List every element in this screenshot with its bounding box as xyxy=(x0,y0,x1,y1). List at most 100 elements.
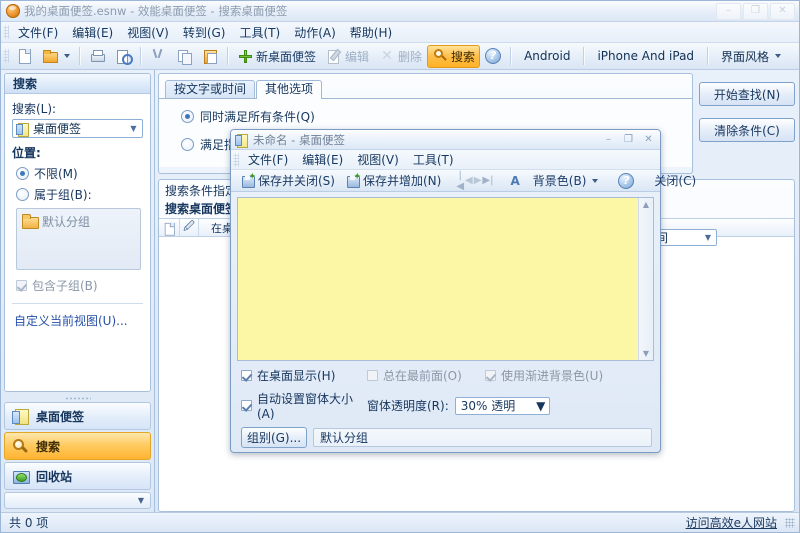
open-folder-icon xyxy=(42,48,58,64)
menu-file[interactable]: 文件(F) xyxy=(11,22,65,43)
dialog-help-button[interactable]: ? xyxy=(613,170,639,192)
edit-note-button[interactable]: 编辑 xyxy=(321,45,374,68)
dialog-menu-grip[interactable] xyxy=(233,153,239,167)
location-label: 位置: xyxy=(12,144,143,161)
print-preview-button[interactable] xyxy=(110,45,136,67)
dialog-close-toolbutton[interactable]: 关闭(C) xyxy=(649,169,701,192)
font-button[interactable]: A xyxy=(503,171,526,191)
menu-edit[interactable]: 编辑(E) xyxy=(65,22,120,43)
always-on-top-checkbox[interactable]: 总在最前面(O) xyxy=(367,367,485,384)
sidebar-more-button[interactable]: ▼ xyxy=(4,492,151,509)
tab-text-or-time[interactable]: 按文字或时间 xyxy=(165,80,255,98)
nav-next-button[interactable]: ▶ xyxy=(474,175,482,186)
toolbar-separator xyxy=(79,47,80,65)
dialog-minimize-button[interactable]: – xyxy=(600,133,617,146)
app-note-icon xyxy=(6,4,20,18)
chevron-down-icon xyxy=(64,54,70,58)
group-list[interactable]: 默认分组 xyxy=(16,208,141,270)
group-button[interactable]: 组别(G)... xyxy=(241,427,307,448)
note-text-input[interactable] xyxy=(238,198,638,360)
menu-tools[interactable]: 工具(T) xyxy=(232,22,287,43)
nav-first-button[interactable]: |◀ xyxy=(456,170,464,192)
radio-indicator xyxy=(16,188,29,201)
sidebar-item-notes[interactable]: 桌面便签 xyxy=(4,402,151,430)
auto-size-checkbox[interactable]: 自动设置窗体大小(A) xyxy=(241,390,367,421)
search-button[interactable]: 搜索 xyxy=(427,45,480,68)
sidebar-item-recycle[interactable]: 回收站 xyxy=(4,462,151,490)
checkbox-indicator xyxy=(485,370,496,381)
sidebar-item-search-label: 搜索 xyxy=(36,438,60,455)
dialog-menu-edit[interactable]: 编辑(E) xyxy=(295,149,350,170)
dialog-close-button[interactable]: ✕ xyxy=(640,133,657,146)
close-button[interactable]: ✕ xyxy=(770,3,795,20)
gradient-background-checkbox[interactable]: 使用渐进背景色(U) xyxy=(485,367,603,384)
chevron-down-icon[interactable]: ▼ xyxy=(535,399,547,413)
menu-bar: 文件(F) 编辑(E) 视图(V) 转到(G) 工具(T) 动作(A) 帮助(H… xyxy=(1,22,799,43)
dialog-menu-file[interactable]: 文件(F) xyxy=(241,149,295,170)
copy-icon xyxy=(176,48,192,64)
open-button[interactable] xyxy=(37,45,75,67)
dialog-menu-tools[interactable]: 工具(T) xyxy=(406,149,461,170)
status-site-link[interactable]: 访问高效e人网站 xyxy=(686,514,785,531)
chevron-down-icon[interactable]: ▼ xyxy=(127,124,140,133)
column-attachment[interactable]: 🖉 xyxy=(180,219,199,236)
note-scrollbar[interactable]: ▲ ▼ xyxy=(638,198,653,360)
save-and-close-button[interactable]: ✦ 保存并关闭(S) xyxy=(236,169,340,192)
menu-grip[interactable] xyxy=(3,25,9,39)
help-button[interactable]: ? xyxy=(480,45,506,67)
start-search-button[interactable]: 开始查找(N) xyxy=(699,82,795,106)
search-icon xyxy=(432,48,448,64)
customize-view-link[interactable]: 自定义当前视图(U)... xyxy=(14,312,143,329)
nav-prev-button[interactable]: ◀ xyxy=(465,175,473,186)
dialog-menu-view[interactable]: 视图(V) xyxy=(350,149,406,170)
menu-action[interactable]: 动作(A) xyxy=(287,22,343,43)
sidebar-item-search[interactable]: 搜索 xyxy=(4,432,151,460)
scroll-down-icon[interactable]: ▼ xyxy=(643,349,649,358)
edit-note-label: 编辑 xyxy=(345,48,369,65)
minimize-button[interactable]: – xyxy=(716,3,741,20)
note-edit-area: ▲ ▼ xyxy=(237,197,654,361)
menu-help[interactable]: 帮助(H) xyxy=(343,22,399,43)
new-document-icon xyxy=(16,48,32,64)
paste-button[interactable] xyxy=(197,45,223,67)
radio-location-any[interactable]: 不限(M) xyxy=(16,165,143,182)
show-on-desktop-checkbox[interactable]: 在桌面显示(H) xyxy=(241,367,367,384)
search-action-buttons: 开始查找(N) 清除条件(C) xyxy=(699,73,795,142)
background-color-button[interactable]: 背景色(B) xyxy=(528,169,604,192)
group-value-field[interactable]: 默认分组 xyxy=(313,428,652,447)
search-type-value: 桌面便签 xyxy=(30,120,127,137)
chevron-down-icon[interactable]: ▼ xyxy=(702,233,714,242)
include-subgroup-label: 包含子组(B) xyxy=(32,277,98,294)
transparency-combo[interactable]: 30% 透明 ▼ xyxy=(455,397,550,415)
column-document[interactable] xyxy=(159,219,180,236)
search-type-combo[interactable]: 桌面便签 ▼ xyxy=(12,119,143,138)
save-and-add-button[interactable]: ✦ 保存并增加(N) xyxy=(341,169,446,192)
toolbar-grip[interactable] xyxy=(3,49,9,63)
recycle-bin-icon xyxy=(12,468,29,484)
include-subgroup-checkbox[interactable]: 包含子组(B) xyxy=(16,277,143,294)
toolbar-separator xyxy=(510,47,511,65)
delete-note-button[interactable]: ✕删除 xyxy=(374,45,427,68)
menu-goto[interactable]: 转到(G) xyxy=(176,22,233,43)
copy-button[interactable] xyxy=(171,45,197,67)
dialog-maximize-button[interactable]: ❐ xyxy=(620,133,637,146)
radio-location-group[interactable]: 属于组(B): xyxy=(16,186,143,203)
tab-other-options[interactable]: 其他选项 xyxy=(256,80,322,99)
checkbox-indicator xyxy=(16,280,27,291)
new-document-button[interactable] xyxy=(11,45,37,67)
nav-last-button[interactable]: ▶| xyxy=(482,175,493,186)
plus-icon xyxy=(237,48,253,64)
iphone-ipad-button[interactable]: iPhone And iPad xyxy=(588,46,703,66)
scroll-up-icon[interactable]: ▲ xyxy=(643,200,649,209)
radio-match-all[interactable]: 同时满足所有条件(Q) xyxy=(181,108,692,125)
maximize-button[interactable]: ❐ xyxy=(743,3,768,20)
android-button[interactable]: Android xyxy=(515,46,579,66)
new-note-button[interactable]: 新桌面便签 xyxy=(232,45,321,68)
print-button[interactable] xyxy=(84,45,110,67)
menu-view[interactable]: 视图(V) xyxy=(120,22,176,43)
nav-grip[interactable] xyxy=(1,395,154,402)
resize-grip[interactable] xyxy=(785,518,795,528)
clear-conditions-button[interactable]: 清除条件(C) xyxy=(699,118,795,142)
cut-button[interactable] xyxy=(145,45,171,67)
skin-button[interactable]: 界面风格 xyxy=(712,45,790,68)
